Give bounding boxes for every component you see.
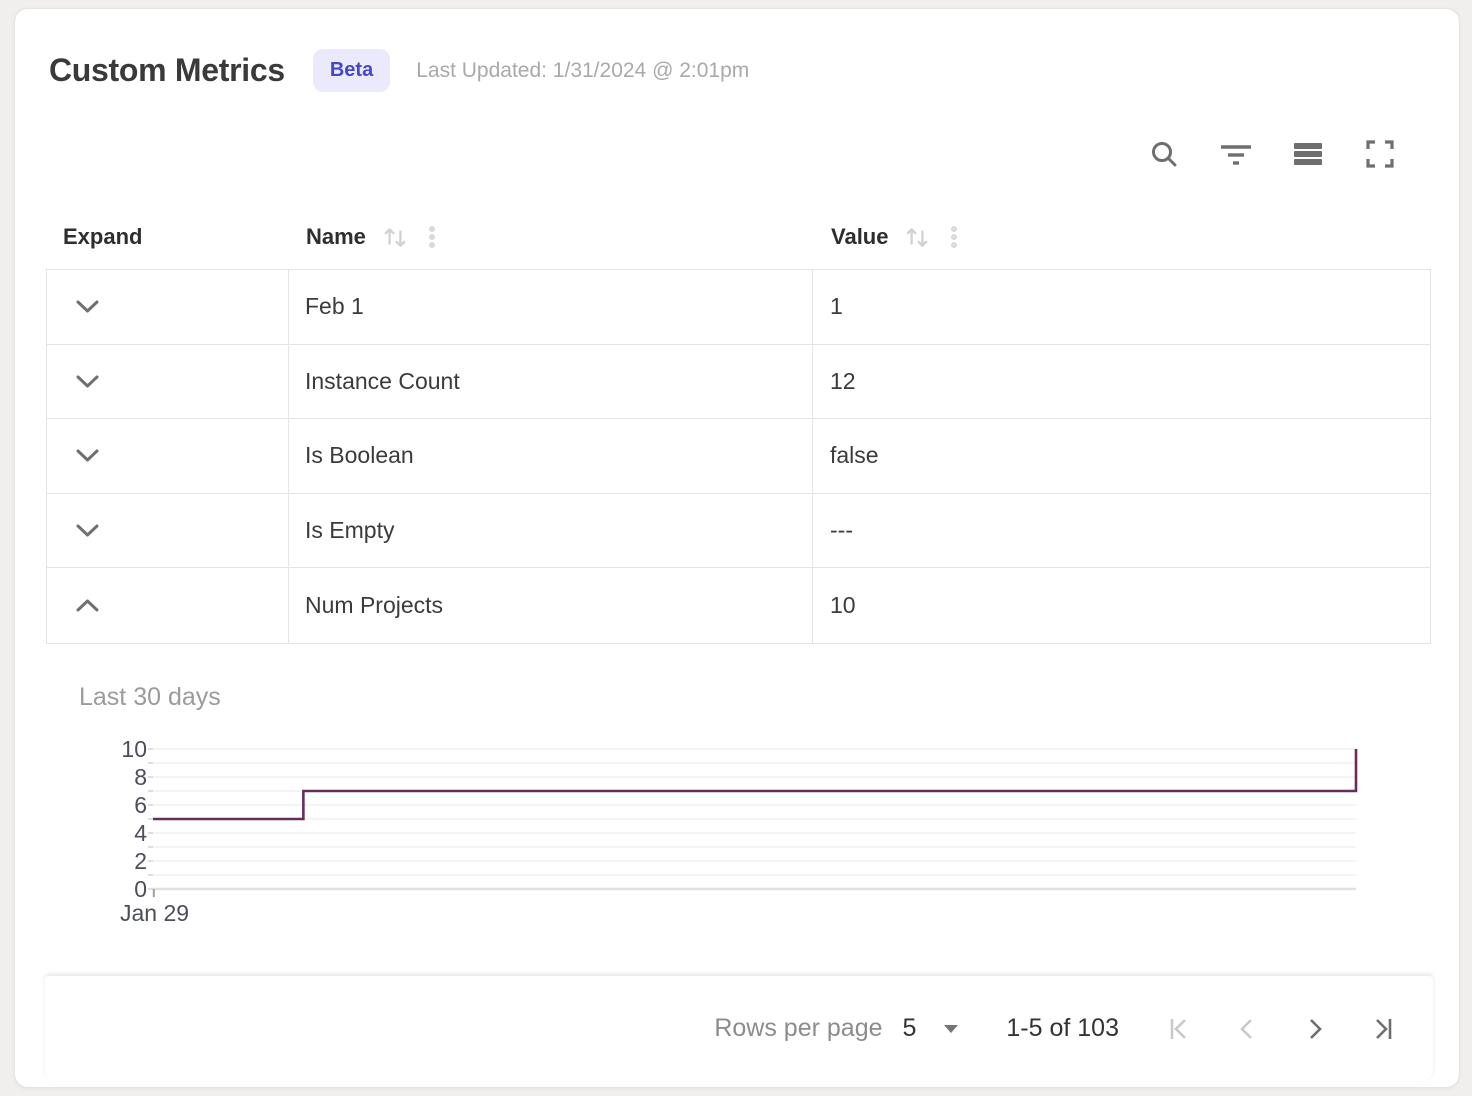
chart-title: Last 30 days bbox=[79, 683, 1431, 712]
expanded-row-chart: Last 30 days 0 2 4 6 8 10 Jan 29 bbox=[46, 683, 1431, 927]
expand-button[interactable] bbox=[69, 368, 106, 395]
column-header-expand: Expand bbox=[46, 224, 289, 250]
previous-page-button[interactable] bbox=[1233, 1015, 1261, 1043]
sort-icon[interactable] bbox=[382, 224, 408, 250]
fullscreen-button[interactable] bbox=[1361, 135, 1399, 173]
search-icon bbox=[1148, 138, 1180, 170]
density-button[interactable] bbox=[1289, 135, 1327, 173]
value-cell: 10 bbox=[813, 568, 1430, 643]
column-menu-icon[interactable] bbox=[420, 224, 444, 250]
expand-button[interactable] bbox=[69, 442, 106, 469]
table-row: Is Empty --- bbox=[47, 494, 1430, 569]
column-header-value[interactable]: Value bbox=[813, 224, 1431, 250]
metrics-table: Expand Name Value bbox=[46, 205, 1431, 644]
table-toolbar bbox=[1145, 135, 1399, 173]
name-cell: Instance Count bbox=[289, 345, 813, 419]
custom-metrics-card: Custom Metrics Beta Last Updated: 1/31/2… bbox=[14, 8, 1460, 1088]
last-page-button[interactable] bbox=[1369, 1015, 1397, 1043]
expand-button[interactable] bbox=[69, 293, 106, 320]
chart-plot bbox=[153, 748, 1356, 890]
y-tick-label: 8 bbox=[134, 766, 147, 789]
filter-button[interactable] bbox=[1217, 135, 1255, 173]
value-cell: 12 bbox=[813, 345, 1430, 419]
table-row: Instance Count 12 bbox=[47, 345, 1430, 420]
name-cell: Is Boolean bbox=[289, 419, 813, 493]
table-body: Feb 1 1 Instance Count 12 bbox=[46, 269, 1431, 644]
value-cell: 1 bbox=[813, 270, 1430, 344]
column-menu-icon[interactable] bbox=[942, 224, 966, 250]
table-row: Is Boolean false bbox=[47, 419, 1430, 494]
y-axis-labels: 0246810 bbox=[46, 748, 153, 890]
beta-badge: Beta bbox=[313, 49, 390, 92]
y-tick-label: 2 bbox=[134, 850, 147, 873]
fullscreen-icon bbox=[1364, 138, 1396, 170]
chevron-down-icon bbox=[75, 523, 100, 538]
first-page-icon bbox=[1165, 1015, 1193, 1043]
x-axis-label: Jan 29 bbox=[120, 900, 1431, 927]
last-page-icon bbox=[1369, 1015, 1397, 1043]
chevron-down-icon bbox=[75, 299, 100, 314]
table-row: Feb 1 1 bbox=[47, 270, 1430, 345]
chevron-up-icon bbox=[75, 598, 100, 613]
y-tick-label: 4 bbox=[134, 822, 147, 845]
page-title: Custom Metrics bbox=[49, 52, 285, 89]
name-cell: Is Empty bbox=[289, 494, 813, 568]
filter-icon bbox=[1219, 138, 1253, 170]
sort-icon[interactable] bbox=[904, 224, 930, 250]
first-page-button[interactable] bbox=[1165, 1015, 1193, 1043]
chevron-right-icon bbox=[1301, 1015, 1329, 1043]
chevron-down-icon bbox=[75, 374, 100, 389]
pagination-controls bbox=[1165, 1015, 1397, 1043]
name-cell: Feb 1 bbox=[289, 270, 813, 344]
column-header-name[interactable]: Name bbox=[289, 224, 813, 250]
collapse-button[interactable] bbox=[69, 592, 106, 619]
table-header-row: Expand Name Value bbox=[46, 205, 1431, 269]
expand-cell bbox=[47, 568, 289, 643]
chevron-down-icon bbox=[75, 448, 100, 463]
last-updated-text: Last Updated: 1/31/2024 @ 2:01pm bbox=[416, 59, 749, 83]
value-cell: false bbox=[813, 419, 1430, 493]
value-cell: --- bbox=[813, 494, 1430, 568]
table-row: Num Projects 10 bbox=[47, 568, 1430, 643]
name-cell: Num Projects bbox=[289, 568, 813, 643]
search-button[interactable] bbox=[1145, 135, 1183, 173]
rows-per-page-value: 5 bbox=[903, 1014, 917, 1043]
expand-button[interactable] bbox=[69, 517, 106, 544]
table-footer: Rows per page 5 1-5 of 103 bbox=[45, 976, 1433, 1081]
chevron-left-icon bbox=[1233, 1015, 1261, 1043]
y-tick-label: 0 bbox=[134, 878, 147, 901]
next-page-button[interactable] bbox=[1301, 1015, 1329, 1043]
y-tick-label: 6 bbox=[134, 794, 147, 817]
pagination-range-text: 1-5 of 103 bbox=[1006, 1014, 1119, 1043]
header: Custom Metrics Beta Last Updated: 1/31/2… bbox=[49, 49, 749, 92]
rows-per-page-label: Rows per page bbox=[714, 1014, 882, 1043]
density-icon bbox=[1292, 138, 1324, 170]
caret-down-icon bbox=[942, 1023, 960, 1035]
expand-cell bbox=[47, 345, 289, 419]
y-tick-label: 10 bbox=[121, 738, 147, 761]
expand-cell bbox=[47, 494, 289, 568]
expand-cell bbox=[47, 270, 289, 344]
expand-cell bbox=[47, 419, 289, 493]
rows-per-page-select[interactable]: 5 bbox=[903, 1014, 961, 1043]
